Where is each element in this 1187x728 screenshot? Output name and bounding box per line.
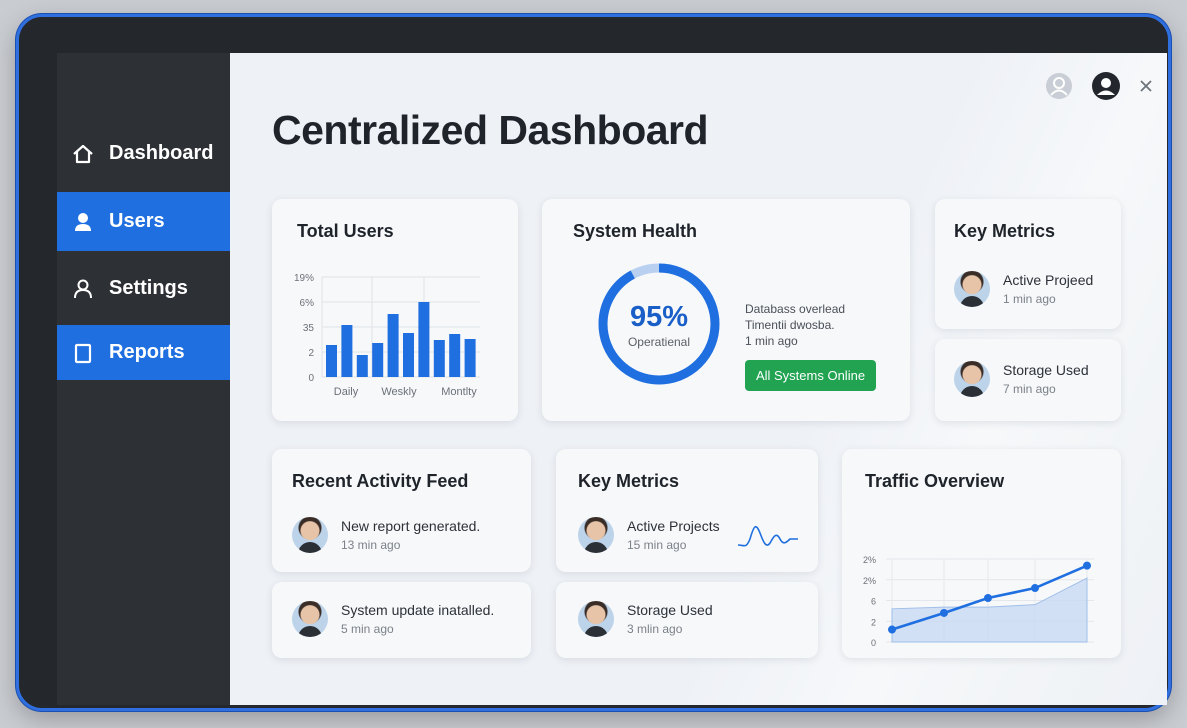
bar [403, 333, 414, 377]
status-badge: All Systems Online [745, 360, 876, 391]
activity-time: 13 min ago [341, 538, 401, 552]
y-tick-label: 0 [871, 638, 876, 648]
y-tick-label: 35 [303, 323, 315, 334]
activity-feed-card-2: System update inatalled. 5 min ago [272, 582, 531, 658]
key-metrics-card: Key Metrics Active Projeed 1 min ago [935, 199, 1121, 329]
user-icon [71, 210, 95, 234]
metric-time: 7 min ago [1003, 382, 1056, 396]
health-status-label: Operatienal [627, 335, 691, 349]
metric-time: 15 min ago [627, 538, 687, 552]
system-health-card: System Health 95% Operatienal Databass o… [542, 199, 910, 421]
y-tick-label: 2 [871, 617, 876, 627]
window-controls [1045, 71, 1153, 106]
metric-time: 3 mlin ago [627, 622, 683, 636]
metric-label: Active Projeed [1003, 272, 1094, 288]
screen: Dashboard Users Settings Reports Central… [57, 53, 1167, 705]
metric-time: 1 min ago [1003, 292, 1056, 306]
sidebar-item-users[interactable]: Users [57, 192, 230, 251]
sidebar-item-settings[interactable]: Settings [57, 259, 230, 318]
data-point [1031, 584, 1039, 593]
y-tick-label: 6 [871, 597, 876, 607]
sidebar-item-reports[interactable]: Reports [57, 325, 230, 380]
card-title: Key Metrics [954, 221, 1056, 241]
sidebar-item-label: Reports [109, 341, 185, 363]
list-item[interactable]: Active Projects 15 min ago [578, 517, 720, 553]
data-point [888, 625, 896, 634]
avatar [578, 517, 614, 553]
y-tick-label: 2% [863, 576, 876, 586]
avatar [292, 601, 328, 637]
close-icon[interactable] [1139, 79, 1153, 98]
health-line-1: Databass overlead [745, 302, 846, 316]
sidebar-item-label: Settings [109, 277, 188, 299]
card-title: Recent Activity Feed [292, 471, 469, 491]
list-item[interactable]: New report generated. 13 min ago [292, 517, 480, 553]
home-icon [71, 142, 95, 166]
page-title: Centralized Dashboard [272, 107, 709, 153]
sidebar-item-dashboard[interactable]: Dashboard [57, 124, 230, 183]
activity-feed-card: Recent Activity Feed New report generate… [272, 449, 531, 572]
settings-user-icon [71, 277, 95, 301]
card-title: System Health [573, 221, 698, 241]
bar [341, 325, 353, 377]
activity-label: New report generated. [341, 518, 481, 534]
profile-icon[interactable] [1091, 71, 1121, 106]
bar [418, 302, 430, 377]
total-users-card: Total Users 19% 6% 35 2 0 Daily Weskly Montlty [272, 199, 518, 421]
avatar [954, 361, 990, 397]
sidebar-item-label: Users [109, 210, 165, 232]
key-metrics-bottom-card: Key Metrics Active Projects 15 min ago [556, 449, 818, 572]
data-point [984, 594, 992, 603]
y-tick-label: 2% [863, 555, 876, 565]
key-metrics-bottom-card-2: Storage Used 3 mlin ago [556, 582, 818, 658]
metric-label: Storage Used [1003, 362, 1089, 378]
traffic-overview-card: Traffic Overview 2%2%62011020011032:0023… [842, 449, 1121, 658]
activity-time: 5 min ago [341, 622, 394, 636]
total-users-chart: 19% 6% 35 2 0 Daily Weskly Montlty [294, 273, 480, 398]
list-item[interactable]: System update inatalled. 5 min ago [292, 601, 494, 637]
health-line-2: Timentii dwosba. [745, 318, 835, 332]
sidebar-item-label: Dashboard [109, 142, 214, 164]
data-point [1083, 561, 1091, 570]
bar [356, 355, 368, 377]
sparkline [737, 526, 798, 547]
y-tick-label: 2 [308, 348, 314, 359]
card-title: Key Metrics [578, 471, 680, 491]
y-tick-label: 6% [300, 298, 315, 309]
bar [326, 345, 337, 377]
health-percent: 95% [629, 301, 689, 333]
y-tick-label: 19% [294, 273, 314, 284]
x-tick-label: Daily [334, 386, 359, 398]
list-item[interactable]: Active Projeed 1 min ago [954, 271, 1093, 307]
data-point [940, 608, 948, 617]
traffic-chart: 2%2%62011020011032:002390 [863, 555, 1094, 648]
report-icon [71, 341, 95, 365]
avatar [578, 601, 614, 637]
x-tick-label: Weskly [381, 386, 417, 398]
list-item[interactable]: Storage Used 7 min ago [954, 361, 1089, 397]
account-icon[interactable] [1045, 72, 1073, 105]
bar [464, 339, 476, 377]
bar [372, 343, 384, 377]
sidebar: Dashboard Users Settings Reports [57, 53, 230, 705]
area-fill [891, 577, 1088, 643]
bar [449, 334, 461, 377]
device-frame: Dashboard Users Settings Reports Central… [16, 14, 1171, 711]
activity-label: System update inatalled. [341, 602, 495, 618]
bar [387, 314, 399, 377]
main-content: Centralized Dashboard Total Users 19% 6% 3… [230, 53, 1167, 705]
list-item[interactable]: Storage Used 3 mlin ago [578, 601, 713, 637]
x-tick-label: Montlty [441, 386, 477, 398]
key-metrics-card-2: Storage Used 7 min ago [935, 339, 1121, 421]
metric-label: Storage Used [627, 602, 713, 618]
avatar [954, 271, 990, 307]
bar [433, 340, 445, 377]
health-line-3: 1 min ago [745, 334, 798, 348]
y-tick-label: 0 [308, 373, 314, 384]
metric-label: Active Projects [627, 518, 720, 534]
avatar [292, 517, 328, 553]
